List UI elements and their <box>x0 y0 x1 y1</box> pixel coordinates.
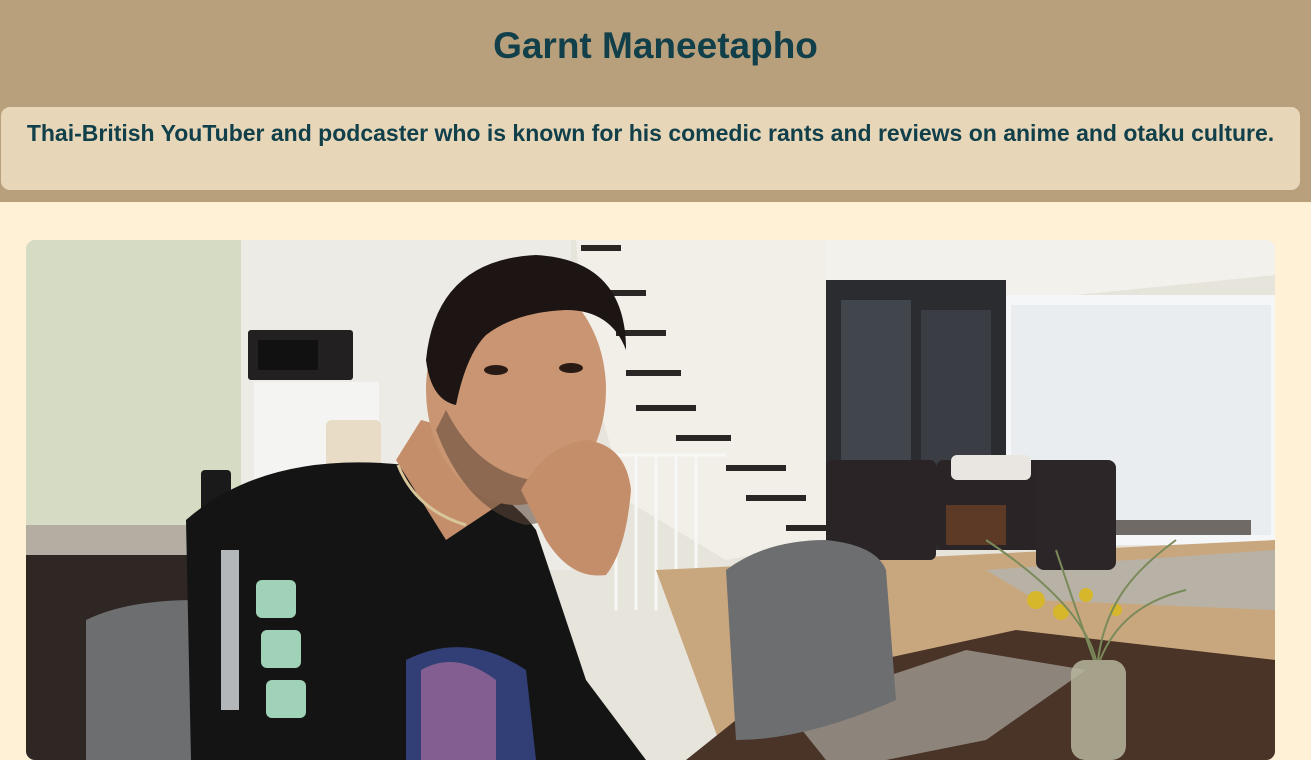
tagline-box: Thai-British YouTuber and podcaster who … <box>1 107 1300 190</box>
portrait-illustration <box>26 240 1275 760</box>
portrait-photo <box>26 240 1275 760</box>
tagline-text: Thai-British YouTuber and podcaster who … <box>26 120 1275 146</box>
page-header: Garnt Maneetapho Thai-British YouTuber a… <box>0 0 1311 202</box>
page-title: Garnt Maneetapho <box>493 25 818 66</box>
